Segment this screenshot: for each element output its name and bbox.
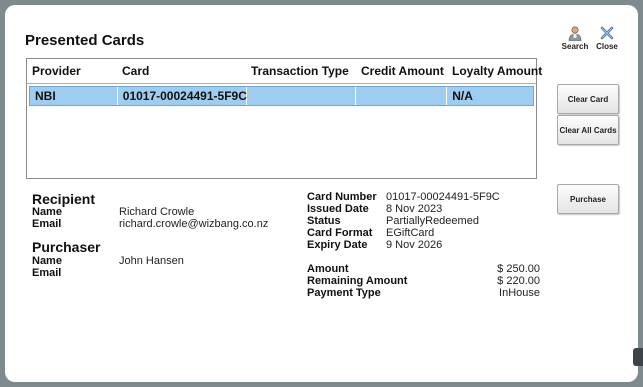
clear-all-cards-button[interactable]: Clear All Cards — [557, 115, 619, 145]
recipient-name-label: Name — [32, 206, 62, 218]
column-header-transaction-type[interactable]: Transaction Type — [246, 59, 356, 83]
amount-value: $ 250.00 — [497, 263, 540, 275]
grid-header: Provider Card Transaction Type Credit Am… — [27, 59, 542, 84]
recipient-email-label: Email — [32, 218, 62, 230]
dialog-title: Presented Cards — [25, 32, 145, 49]
column-header-card[interactable]: Card — [117, 59, 246, 83]
scroll-handle[interactable] — [633, 348, 643, 366]
payment-type-label: Payment Type — [307, 287, 381, 299]
close-label: Close — [596, 42, 618, 51]
person-search-icon — [568, 26, 582, 41]
column-header-provider[interactable]: Provider — [27, 59, 117, 83]
cell-credit-amount — [356, 87, 448, 105]
clear-card-button[interactable]: Clear Card — [557, 84, 619, 114]
purchaser-name-label: Name — [32, 255, 62, 267]
issued-date: 8 Nov 2023 — [386, 203, 443, 215]
remaining-amount-value: $ 220.00 — [497, 275, 540, 287]
card-format: EGiftCard — [386, 227, 435, 239]
cell-loyalty-amount: N/A — [452, 89, 473, 103]
recipient-name: Richard Crowle — [119, 206, 195, 218]
purchaser-heading: Purchaser — [32, 239, 101, 255]
remaining-amount-label: Remaining Amount — [307, 275, 408, 287]
card-number: 01017-00024491-5F9C — [386, 191, 500, 203]
purchaser-email-label: Email — [32, 267, 62, 279]
recipient-email: richard.crowle@wizbang.co.nz — [119, 218, 269, 230]
card-format-label: Card Format — [307, 227, 373, 239]
close-button[interactable]: Close — [590, 25, 624, 51]
presented-cards-dialog: Presented Cards Search Close Provider Ca… — [5, 5, 638, 382]
purchaser-name: John Hansen — [119, 255, 184, 267]
cell-provider: NBI — [30, 87, 118, 105]
issued-date-label: Issued Date — [307, 203, 369, 215]
search-button[interactable]: Search — [558, 25, 592, 51]
expiry-date-label: Expiry Date — [307, 239, 368, 251]
status-label: Status — [307, 215, 341, 227]
cell-card: 01017-00024491-5F9C — [118, 87, 247, 105]
recipient-heading: Recipient — [32, 191, 96, 207]
payment-type-value: InHouse — [499, 287, 540, 299]
presented-cards-grid: Provider Card Transaction Type Credit Am… — [26, 58, 542, 179]
column-header-credit-amount[interactable]: Credit Amount — [356, 59, 447, 83]
card-number-label: Card Number — [307, 191, 377, 203]
table-row[interactable]: NBI 01017-00024491-5F9C N/A — [29, 86, 534, 106]
amount-label: Amount — [307, 263, 349, 275]
cell-transaction-type — [247, 87, 357, 105]
status-value: PartiallyRedeemed — [386, 215, 479, 227]
column-header-loyalty-amount[interactable]: Loyalty Amount — [447, 59, 542, 83]
expiry-date: 9 Nov 2026 — [386, 239, 443, 251]
close-icon — [600, 26, 614, 40]
search-label: Search — [561, 42, 589, 51]
purchase-button[interactable]: Purchase — [557, 184, 619, 214]
